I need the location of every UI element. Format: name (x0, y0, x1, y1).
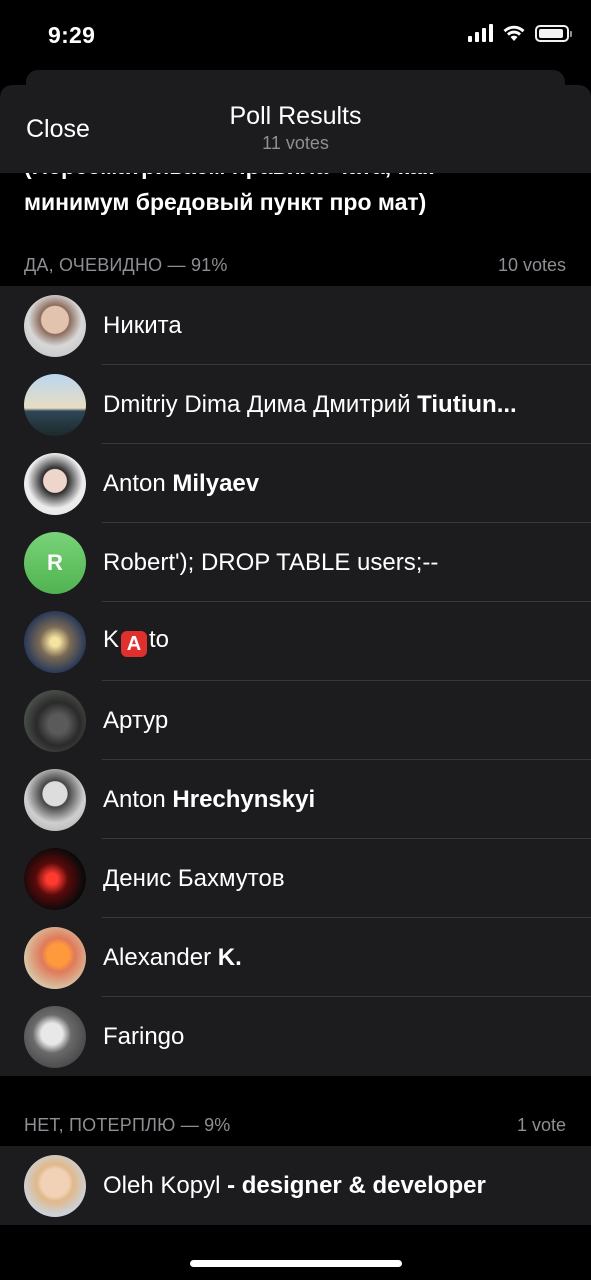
voter-last-name: Hrechynskyi (172, 785, 316, 813)
nav-header: Close Poll Results 11 votes (0, 85, 591, 173)
avatar (24, 610, 86, 673)
option-votes: 1 vote (516, 1115, 566, 1135)
voter-first-name: Dmitriy Dima Дима Дмитрий (103, 390, 411, 418)
avatar-initial: R (47, 549, 63, 575)
option-label: НЕТ, ПОТЕРПЛЮ — 9% (24, 1115, 231, 1135)
status-time: 9:29 (48, 22, 96, 48)
voter-row[interactable]: Артур (0, 681, 591, 760)
wifi-icon (503, 25, 525, 41)
option-header: НЕТ, ПОТЕРПЛЮ — 9% 1 vote (24, 1115, 566, 1139)
battery-icon (535, 24, 572, 42)
avatar (24, 768, 86, 831)
voter-first-name: Anton (103, 785, 166, 813)
voter-first-name: Robert'); DROP TABLE users;-- (103, 548, 439, 576)
voter-row[interactable]: Alexander K. (0, 918, 591, 997)
question-line: минимум бредовый пункт про мат) (24, 189, 427, 215)
option-header: ДА, ОЧЕВИДНО — 91% 10 votes (24, 255, 566, 279)
voter-last-name: Milyaev (172, 469, 260, 497)
voter-row[interactable]: Anton Hrechynskyi (0, 760, 591, 839)
option-votes: 10 votes (497, 255, 566, 275)
avatar (24, 689, 86, 752)
voter-row[interactable]: Anton Milyaev (0, 444, 591, 523)
option-label: ДА, ОЧЕВИДНО — 91% (24, 255, 228, 275)
voter-first-name: Alexander (103, 943, 212, 971)
voter-first-name: Никита (103, 311, 182, 339)
home-indicator[interactable] (190, 1260, 402, 1267)
status-bar: 9:29 (0, 0, 591, 70)
voter-last-name: K. (217, 943, 242, 971)
voter-first-name: Faringo (103, 1022, 185, 1050)
voter-row[interactable]: Oleh Kopyl - designer & developer (0, 1146, 591, 1225)
voter-row[interactable]: K Ato (0, 602, 591, 681)
voters-list: Никита Dmitriy Dima Дима Дмитрий Tiutiun… (0, 286, 591, 1076)
page-title: Poll Results (229, 102, 362, 130)
voter-first-name: Oleh Kopyl (103, 1171, 221, 1199)
voter-row[interactable]: Dmitriy Dima Дима Дмитрий Tiutiun... (0, 365, 591, 444)
signal-icon (468, 24, 493, 42)
voter-first-name: K (103, 626, 120, 653)
avatar: R (24, 531, 86, 594)
voter-row[interactable]: Никита (0, 286, 591, 365)
vote-count-subtitle: 11 votes (262, 133, 329, 153)
avatar (24, 1005, 86, 1068)
voter-row[interactable]: Faringo (0, 997, 591, 1076)
voter-first-name: Anton (103, 469, 166, 497)
poll-results-sheet: Close Poll Results 11 votes (Пересматрив… (0, 85, 591, 1280)
voter-last-name: - designer & developer (227, 1171, 486, 1199)
voter-first-name: Артур (103, 706, 169, 734)
voter-row[interactable]: R Robert'); DROP TABLE users;-- (0, 523, 591, 602)
avatar (24, 294, 86, 357)
voter-first-name: Денис Бахмутов (103, 864, 285, 892)
avatar (24, 452, 86, 515)
voter-row[interactable]: Денис Бахмутов (0, 839, 591, 918)
status-icons (468, 24, 572, 42)
voter-last-name: to (149, 626, 170, 653)
avatar (24, 847, 86, 910)
avatar (24, 1154, 86, 1217)
avatar (24, 926, 86, 989)
a-button-emoji-icon: A (121, 631, 148, 657)
voter-last-name: Tiutiun... (417, 390, 517, 418)
avatar (24, 373, 86, 436)
voters-list: Oleh Kopyl - designer & developer (0, 1146, 591, 1225)
